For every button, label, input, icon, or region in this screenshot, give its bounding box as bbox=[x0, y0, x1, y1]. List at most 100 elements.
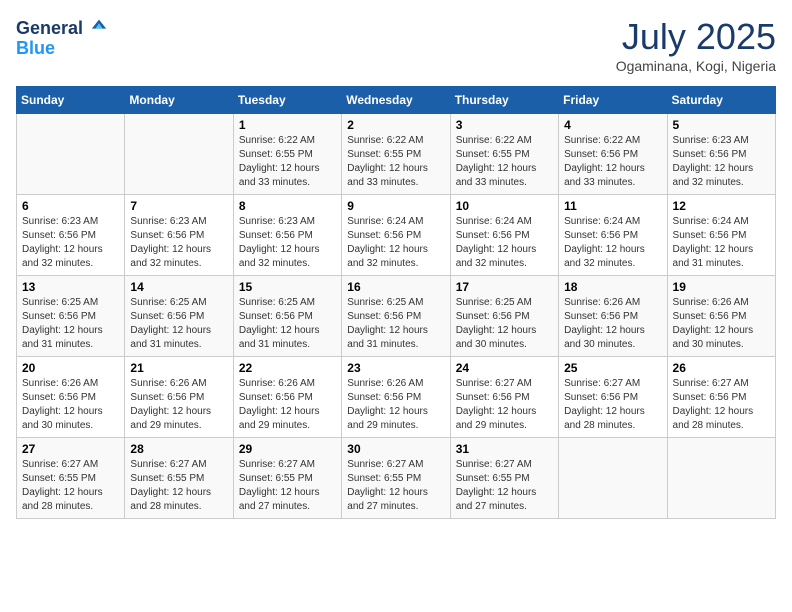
day-cell: 16Sunrise: 6:25 AM Sunset: 6:56 PM Dayli… bbox=[342, 276, 450, 357]
day-detail: Sunrise: 6:25 AM Sunset: 6:56 PM Dayligh… bbox=[239, 296, 336, 352]
header-cell-monday: Monday bbox=[125, 87, 233, 114]
day-cell: 20 Sunrise: 6:26 AM Sunset: 6:56 PM Dayli… bbox=[17, 357, 125, 438]
day-detail: Sunrise: 6:25 AM Sunset: 6:56 PM Dayligh… bbox=[130, 296, 227, 352]
header-cell-thursday: Thursday bbox=[450, 87, 558, 114]
day-cell: 4 Sunrise: 6:22 AM Sunset: 6:56 PM Daylig… bbox=[559, 114, 667, 195]
day-number: 6 bbox=[22, 199, 119, 213]
day-number: 3 bbox=[456, 118, 553, 132]
day-cell: 3 Sunrise: 6:22 AM Sunset: 6:55 PM Daylig… bbox=[450, 114, 558, 195]
day-detail: Sunrise: 6:24 AM Sunset: 6:56 PM Dayligh… bbox=[673, 215, 770, 271]
day-detail: Sunrise: 6:23 AM Sunset: 6:56 PM Dayligh… bbox=[239, 215, 336, 271]
header-cell-tuesday: Tuesday bbox=[233, 87, 341, 114]
day-number: 15 bbox=[239, 280, 336, 294]
day-cell: 29Sunrise: 6:27 AM Sunset: 6:55 PM Dayli… bbox=[233, 438, 341, 519]
day-number: 10 bbox=[456, 199, 553, 213]
title-block: July 2025 Ogaminana, Kogi, Nigeria bbox=[616, 16, 776, 74]
day-cell: 27Sunrise: 6:27 AM Sunset: 6:55 PM Dayli… bbox=[17, 438, 125, 519]
day-detail: Sunrise: 6:27 AM Sunset: 6:55 PM Dayligh… bbox=[456, 458, 553, 514]
day-detail: Sunrise: 6:27 AM Sunset: 6:55 PM Dayligh… bbox=[130, 458, 227, 514]
day-number: 7 bbox=[130, 199, 227, 213]
day-cell: 15 Sunrise: 6:25 AM Sunset: 6:56 PM Dayli… bbox=[233, 276, 341, 357]
day-cell: 5 Sunrise: 6:23 AM Sunset: 6:56 PM Daylig… bbox=[667, 114, 775, 195]
day-detail: Sunrise: 6:27 AM Sunset: 6:56 PM Dayligh… bbox=[456, 377, 553, 433]
day-number: 4 bbox=[564, 118, 661, 132]
calendar-body: 1 Sunrise: 6:22 AM Sunset: 6:55 PM Daylig… bbox=[17, 114, 776, 519]
day-number: 31 bbox=[456, 442, 553, 456]
day-detail: Sunrise: 6:27 AM Sunset: 6:55 PM Dayligh… bbox=[347, 458, 444, 514]
day-cell bbox=[559, 438, 667, 519]
header-cell-wednesday: Wednesday bbox=[342, 87, 450, 114]
day-detail: Sunrise: 6:24 AM Sunset: 6:56 PM Dayligh… bbox=[456, 215, 553, 271]
day-detail: Sunrise: 6:26 AM Sunset: 6:56 PM Dayligh… bbox=[564, 296, 661, 352]
calendar-header: SundayMondayTuesdayWednesdayThursdayFrid… bbox=[17, 87, 776, 114]
logo: General Blue bbox=[16, 16, 108, 59]
day-number: 13 bbox=[22, 280, 119, 294]
day-detail: Sunrise: 6:22 AM Sunset: 6:56 PM Dayligh… bbox=[564, 134, 661, 190]
logo-icon bbox=[90, 16, 108, 34]
day-number: 28 bbox=[130, 442, 227, 456]
day-cell: 6Sunrise: 6:23 AM Sunset: 6:56 PM Daylig… bbox=[17, 195, 125, 276]
day-cell: 17Sunrise: 6:25 AM Sunset: 6:56 PM Dayli… bbox=[450, 276, 558, 357]
day-cell: 21Sunrise: 6:26 AM Sunset: 6:56 PM Dayli… bbox=[125, 357, 233, 438]
day-number: 5 bbox=[673, 118, 770, 132]
day-detail: Sunrise: 6:27 AM Sunset: 6:56 PM Dayligh… bbox=[564, 377, 661, 433]
day-detail: Sunrise: 6:23 AM Sunset: 6:56 PM Dayligh… bbox=[130, 215, 227, 271]
day-cell bbox=[667, 438, 775, 519]
header-cell-saturday: Saturday bbox=[667, 87, 775, 114]
day-cell: 31 Sunrise: 6:27 AM Sunset: 6:55 PM Dayli… bbox=[450, 438, 558, 519]
day-cell: 22Sunrise: 6:26 AM Sunset: 6:56 PM Dayli… bbox=[233, 357, 341, 438]
day-number: 11 bbox=[564, 199, 661, 213]
day-cell: 28 Sunrise: 6:27 AM Sunset: 6:55 PM Dayli… bbox=[125, 438, 233, 519]
week-row-2: 6 Sunrise: 6:23 AM Sunset: 6:56 PM Daylig… bbox=[17, 195, 776, 276]
day-cell: 26 Sunrise: 6:27 AM Sunset: 6:56 PM Dayli… bbox=[667, 357, 775, 438]
day-detail: Sunrise: 6:22 AM Sunset: 6:55 PM Dayligh… bbox=[456, 134, 553, 190]
day-cell: 11Sunrise: 6:24 AM Sunset: 6:56 PM Dayli… bbox=[559, 195, 667, 276]
day-cell: 1 Sunrise: 6:22 AM Sunset: 6:55 PM Daylig… bbox=[233, 114, 341, 195]
day-detail: Sunrise: 6:27 AM Sunset: 6:56 PM Dayligh… bbox=[673, 377, 770, 433]
day-number: 14 bbox=[130, 280, 227, 294]
day-detail: Sunrise: 6:24 AM Sunset: 6:56 PM Dayligh… bbox=[347, 215, 444, 271]
day-number: 18 bbox=[564, 280, 661, 294]
day-detail: Sunrise: 6:26 AM Sunset: 6:56 PM Dayligh… bbox=[673, 296, 770, 352]
month-title: July 2025 bbox=[616, 16, 776, 58]
day-cell: 23Sunrise: 6:26 AM Sunset: 6:56 PM Dayli… bbox=[342, 357, 450, 438]
day-cell: 8 Sunrise: 6:23 AM Sunset: 6:56 PM Daylig… bbox=[233, 195, 341, 276]
day-detail: Sunrise: 6:25 AM Sunset: 6:56 PM Dayligh… bbox=[22, 296, 119, 352]
day-detail: Sunrise: 6:27 AM Sunset: 6:55 PM Dayligh… bbox=[22, 458, 119, 514]
day-cell: 30 Sunrise: 6:27 AM Sunset: 6:55 PM Dayli… bbox=[342, 438, 450, 519]
header-cell-friday: Friday bbox=[559, 87, 667, 114]
day-number: 1 bbox=[239, 118, 336, 132]
day-cell: 7 Sunrise: 6:23 AM Sunset: 6:56 PM Daylig… bbox=[125, 195, 233, 276]
day-number: 12 bbox=[673, 199, 770, 213]
day-number: 16 bbox=[347, 280, 444, 294]
day-number: 8 bbox=[239, 199, 336, 213]
day-cell: 10 Sunrise: 6:24 AM Sunset: 6:56 PM Dayli… bbox=[450, 195, 558, 276]
location-subtitle: Ogaminana, Kogi, Nigeria bbox=[616, 58, 776, 74]
day-cell: 18 Sunrise: 6:26 AM Sunset: 6:56 PM Dayli… bbox=[559, 276, 667, 357]
day-number: 26 bbox=[673, 361, 770, 375]
day-cell: 12 Sunrise: 6:24 AM Sunset: 6:56 PM Dayli… bbox=[667, 195, 775, 276]
day-cell bbox=[125, 114, 233, 195]
day-detail: Sunrise: 6:23 AM Sunset: 6:56 PM Dayligh… bbox=[673, 134, 770, 190]
week-row-1: 1 Sunrise: 6:22 AM Sunset: 6:55 PM Daylig… bbox=[17, 114, 776, 195]
day-number: 24 bbox=[456, 361, 553, 375]
day-number: 20 bbox=[22, 361, 119, 375]
day-number: 25 bbox=[564, 361, 661, 375]
day-detail: Sunrise: 6:22 AM Sunset: 6:55 PM Dayligh… bbox=[347, 134, 444, 190]
day-cell: 19 Sunrise: 6:26 AM Sunset: 6:56 PM Dayli… bbox=[667, 276, 775, 357]
day-detail: Sunrise: 6:27 AM Sunset: 6:55 PM Dayligh… bbox=[239, 458, 336, 514]
week-row-4: 20 Sunrise: 6:26 AM Sunset: 6:56 PM Dayli… bbox=[17, 357, 776, 438]
day-cell: 9 Sunrise: 6:24 AM Sunset: 6:56 PM Daylig… bbox=[342, 195, 450, 276]
day-detail: Sunrise: 6:22 AM Sunset: 6:55 PM Dayligh… bbox=[239, 134, 336, 190]
day-number: 22 bbox=[239, 361, 336, 375]
day-cell: 2Sunrise: 6:22 AM Sunset: 6:55 PM Daylig… bbox=[342, 114, 450, 195]
day-number: 9 bbox=[347, 199, 444, 213]
day-number: 30 bbox=[347, 442, 444, 456]
day-detail: Sunrise: 6:26 AM Sunset: 6:56 PM Dayligh… bbox=[22, 377, 119, 433]
calendar-table: SundayMondayTuesdayWednesdayThursdayFrid… bbox=[16, 86, 776, 519]
logo-blue-text: Blue bbox=[16, 39, 108, 59]
day-cell: 24 Sunrise: 6:27 AM Sunset: 6:56 PM Dayli… bbox=[450, 357, 558, 438]
week-row-5: 27Sunrise: 6:27 AM Sunset: 6:55 PM Dayli… bbox=[17, 438, 776, 519]
day-number: 19 bbox=[673, 280, 770, 294]
day-detail: Sunrise: 6:26 AM Sunset: 6:56 PM Dayligh… bbox=[130, 377, 227, 433]
